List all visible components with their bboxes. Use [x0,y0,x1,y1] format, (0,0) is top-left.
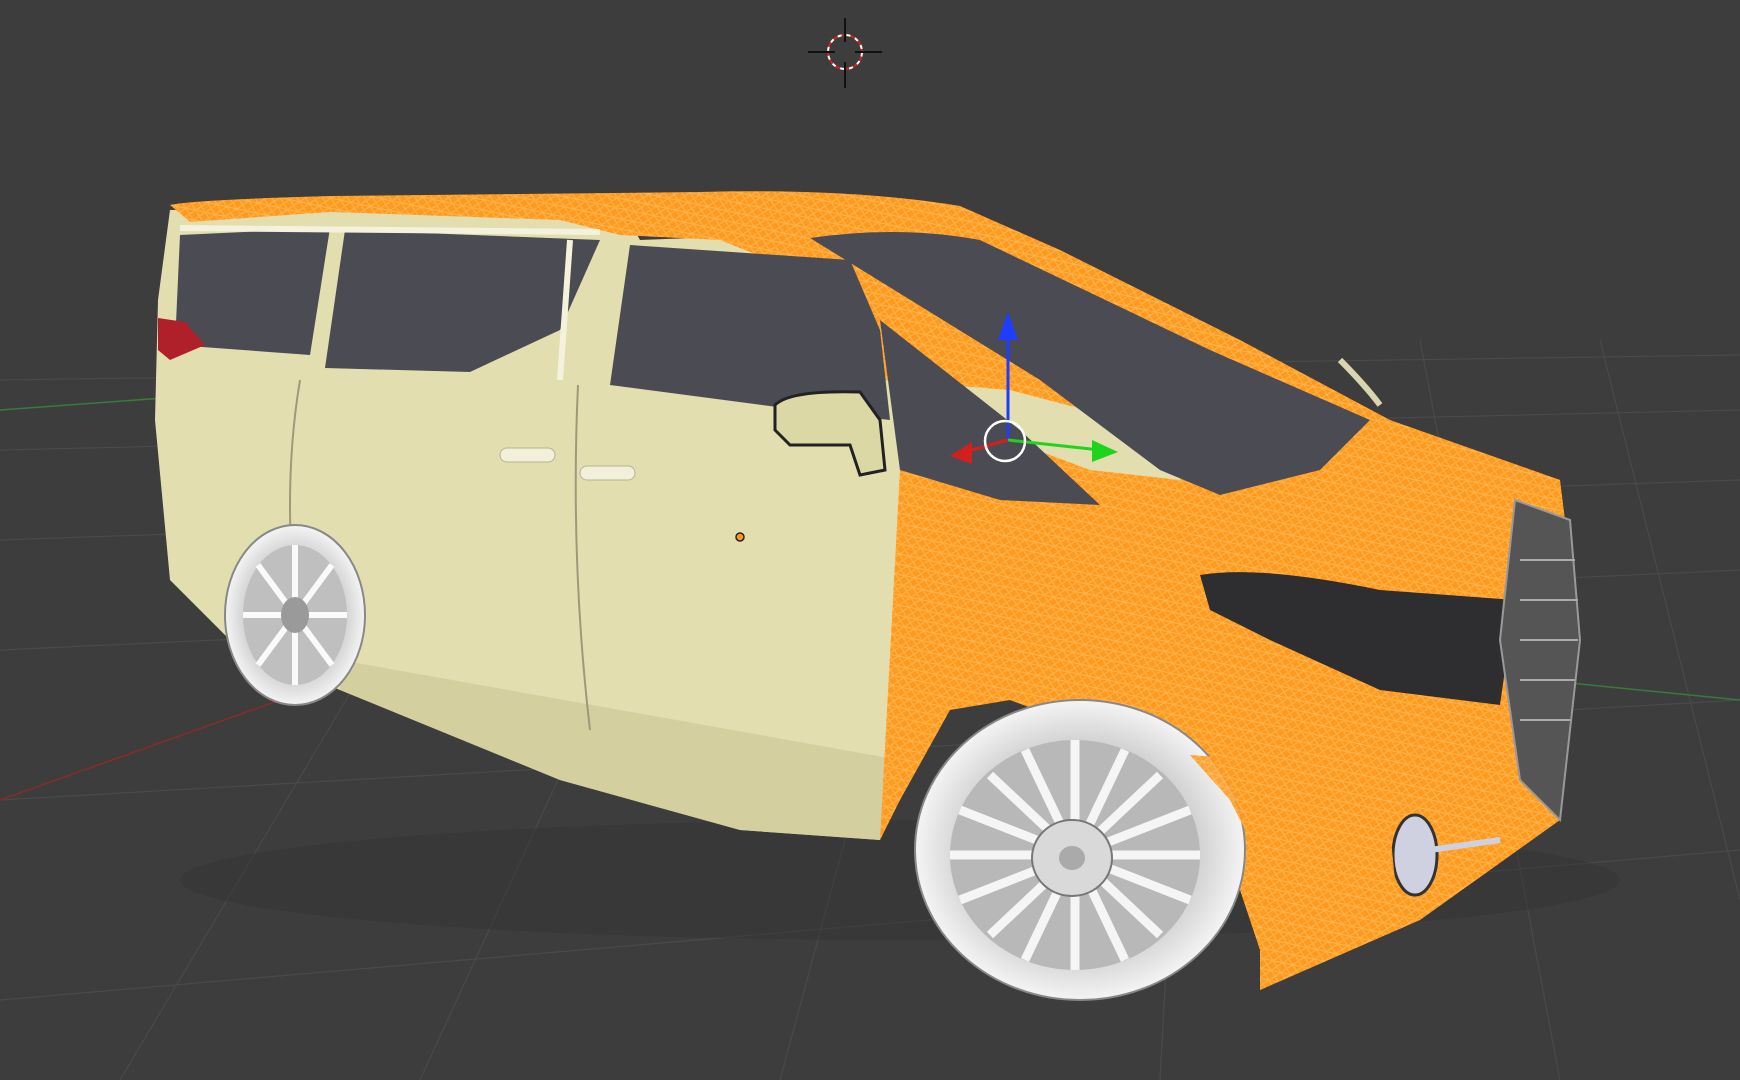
fog-lamp [1391,813,1439,897]
object-origin-icon[interactable] [735,532,745,542]
rear-window [175,228,330,355]
3d-cursor-icon[interactable] [808,18,882,88]
door-handle-front [579,465,636,481]
door-handle-rear [499,447,556,463]
minivan-model[interactable] [155,191,1620,991]
viewport-canvas[interactable] [0,0,1740,1080]
front-wheel[interactable] [914,699,1246,1001]
y-axis-line-right [1559,681,1740,701]
rear-wheel[interactable] [224,524,366,706]
3d-viewport[interactable] [0,0,1740,1080]
